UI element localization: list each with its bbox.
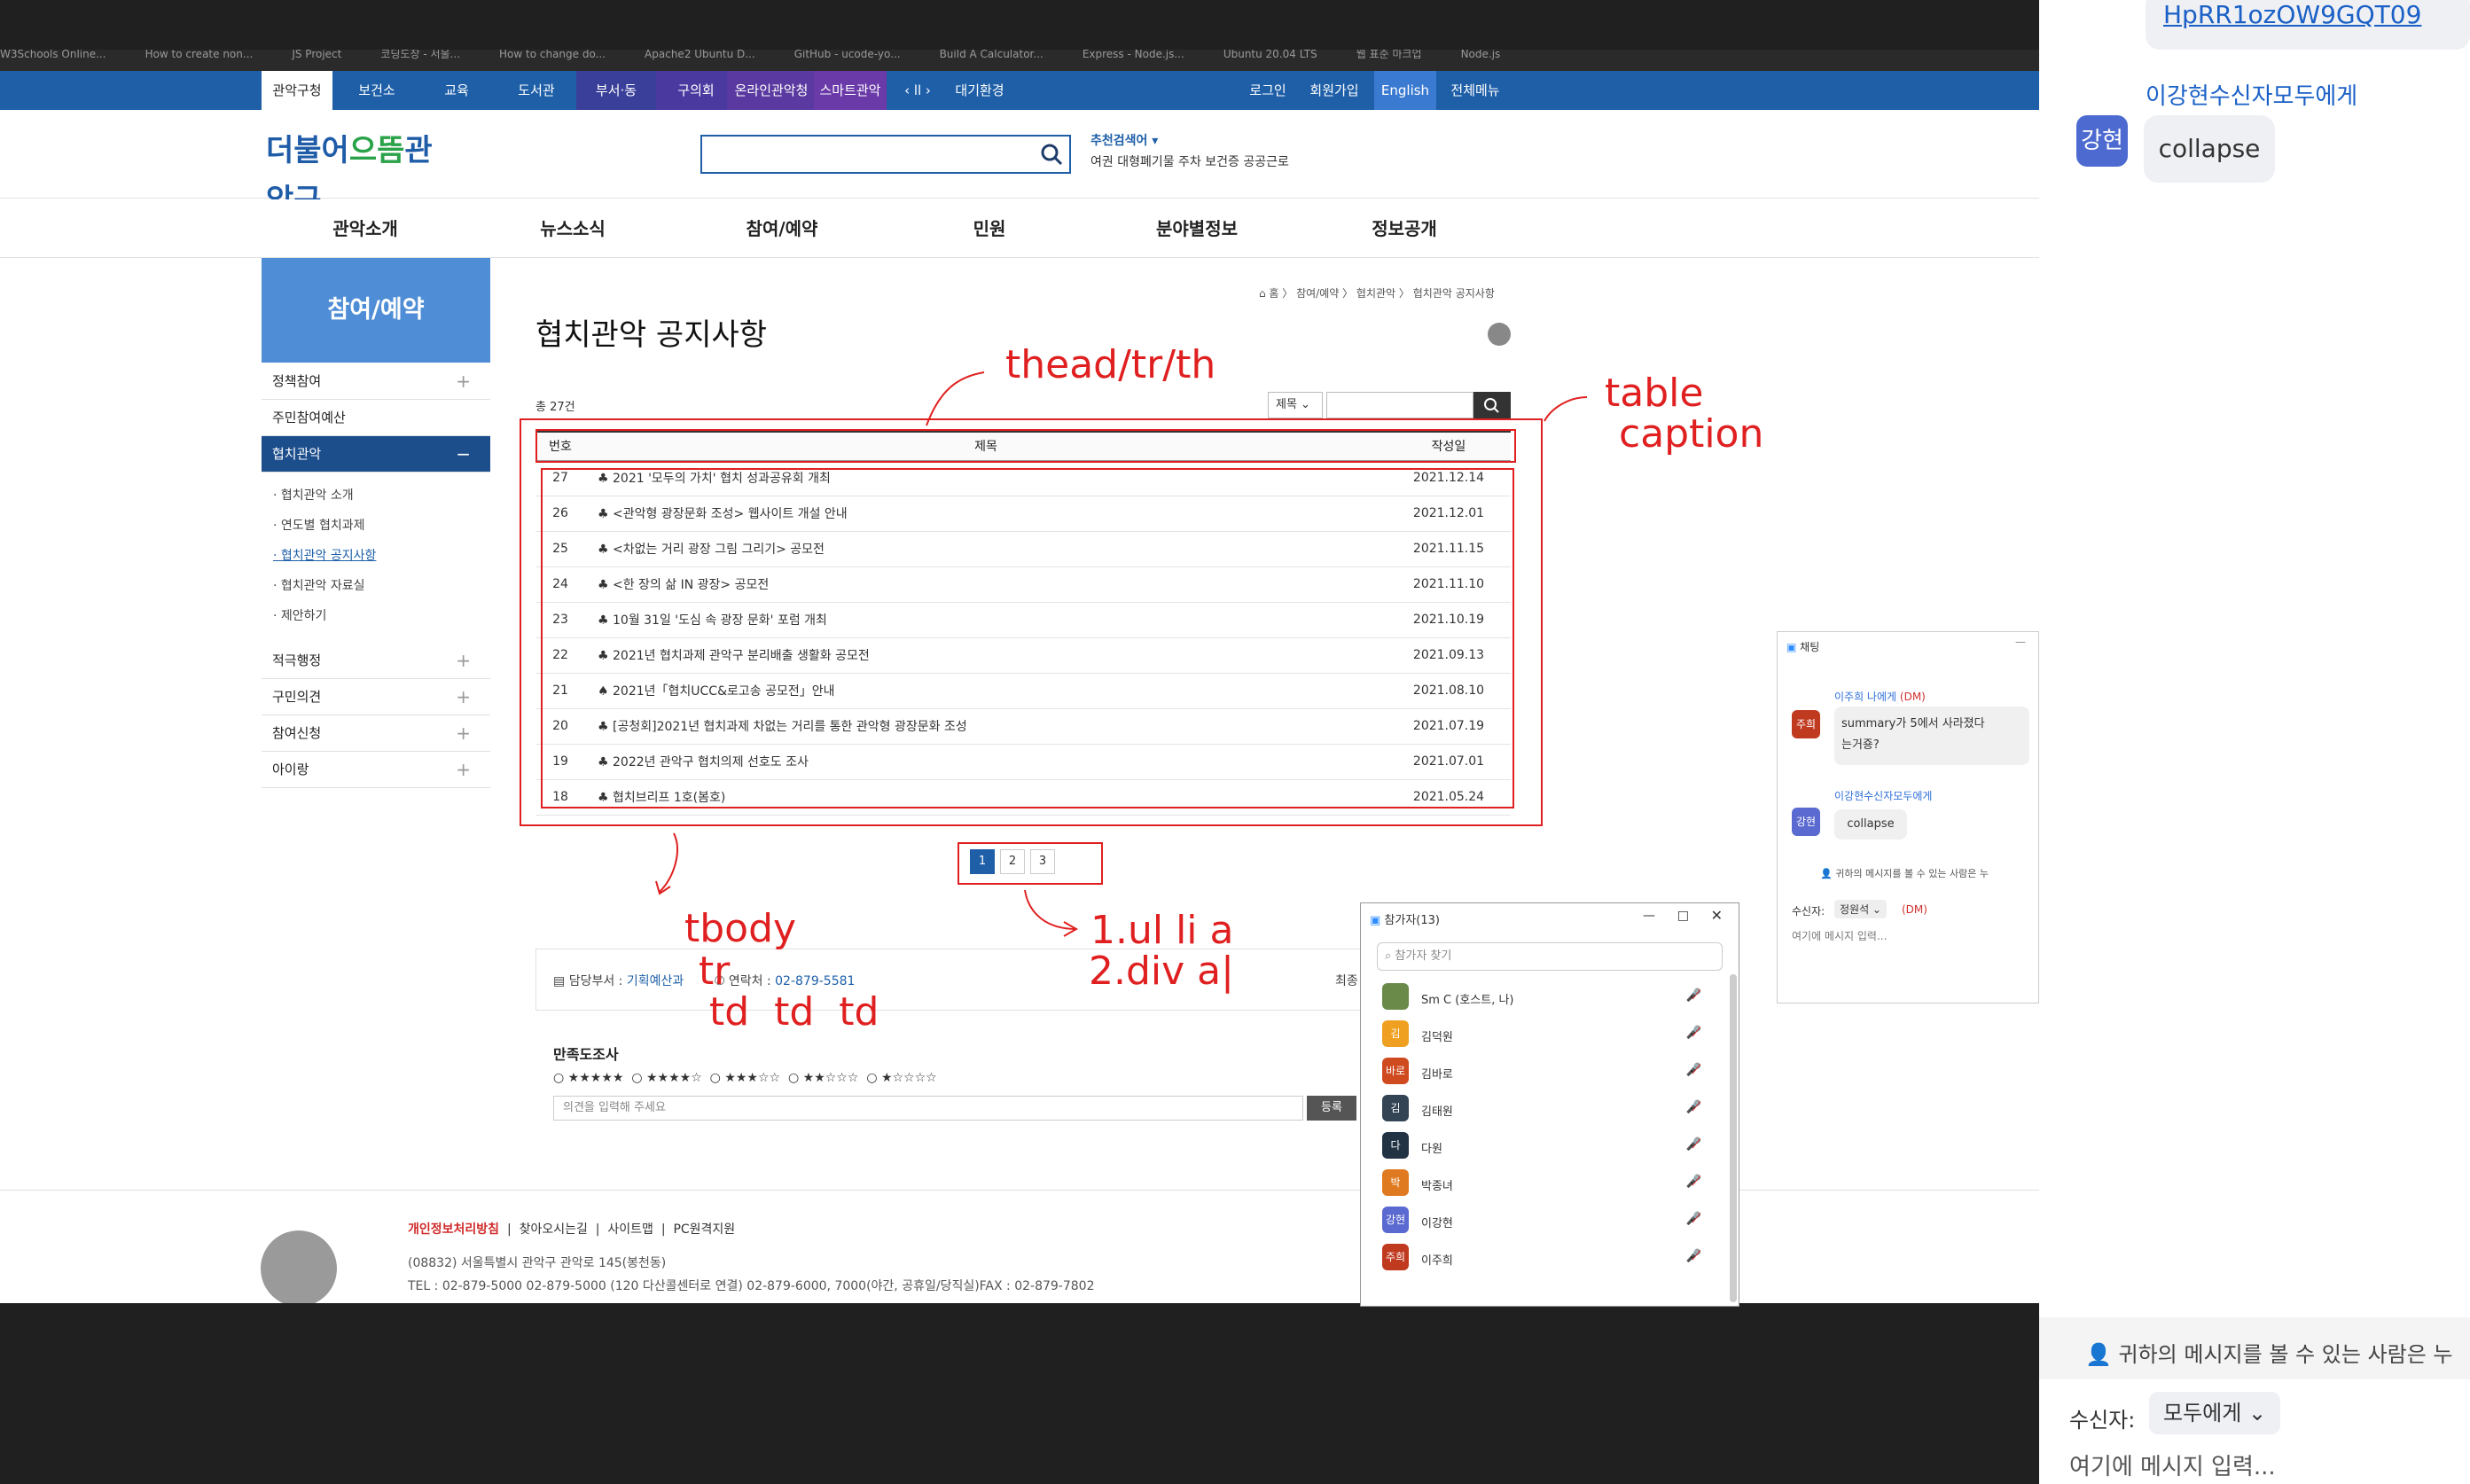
footer-links: 개인정보처리방침 | 찾아오시는길 | 사이트맵 | PC원격지원 [408,1222,736,1237]
footer-address: (08832) 서울특별시 관악구 관악로 145(봉천동) [408,1256,667,1270]
avatar: 주희 [1382,1244,1409,1270]
zoom-chat-panel-large [2039,0,2470,1484]
footer-logo [261,1230,337,1307]
chat-sender: 이강현수신자모두에게 [2146,83,2358,110]
remote-support-link[interactable]: PC원격지원 [673,1222,735,1237]
screen-black-bottom [0,1303,2039,1484]
to-label: 수신자: [2069,1408,2136,1433]
privacy-link[interactable]: 개인정보처리방침 [408,1222,499,1237]
footer-tel: TEL : 02-879-5000 02-879-5000 (120 다산콜센터… [408,1279,1095,1293]
recipient-select[interactable]: 모두에게 ⌄ [2149,1392,2280,1434]
participant-name: 이주희 [1421,1254,1453,1268]
mic-muted-icon: 🎤̸ [1685,1249,1701,1263]
chat-link[interactable]: HpRR1ozOW9GQT09 [2163,0,2421,29]
chat-notice-text: 귀하의 메시지를 볼 수 있는 사람은 누 [2118,1342,2453,1367]
chat-notice: 👤 귀하의 메시지를 볼 수 있는 사람은 누 [2085,1337,2453,1368]
directions-link[interactable]: 찾아오시는길 [520,1222,588,1237]
avatar: 강현 [1382,1207,1409,1233]
mic-muted-icon: 🎤̸ [1685,1175,1701,1189]
sitemap-link[interactable]: 사이트맵 [607,1222,653,1237]
participant-row[interactable]: 강현 이강현 🎤̸ [1382,1203,1737,1238]
chat-input[interactable]: 여기에 메시지 입력... [2069,1449,2276,1481]
participant-row[interactable]: 박 박종녀 🎤̸ [1382,1166,1737,1201]
chat-bubble: collapse [2144,115,2275,183]
annotation-arrows [655,371,1588,937]
participant-name: 박종녀 [1421,1180,1453,1193]
mic-muted-icon: 🎤̸ [1685,1212,1701,1226]
participant-name: 이강현 [1421,1217,1453,1230]
participant-row[interactable]: 주희 이주희 🎤̸ [1382,1240,1737,1276]
person-icon: 👤 [2085,1342,2119,1367]
avatar: 강현 [2076,115,2128,167]
avatar: 박 [1382,1169,1409,1196]
